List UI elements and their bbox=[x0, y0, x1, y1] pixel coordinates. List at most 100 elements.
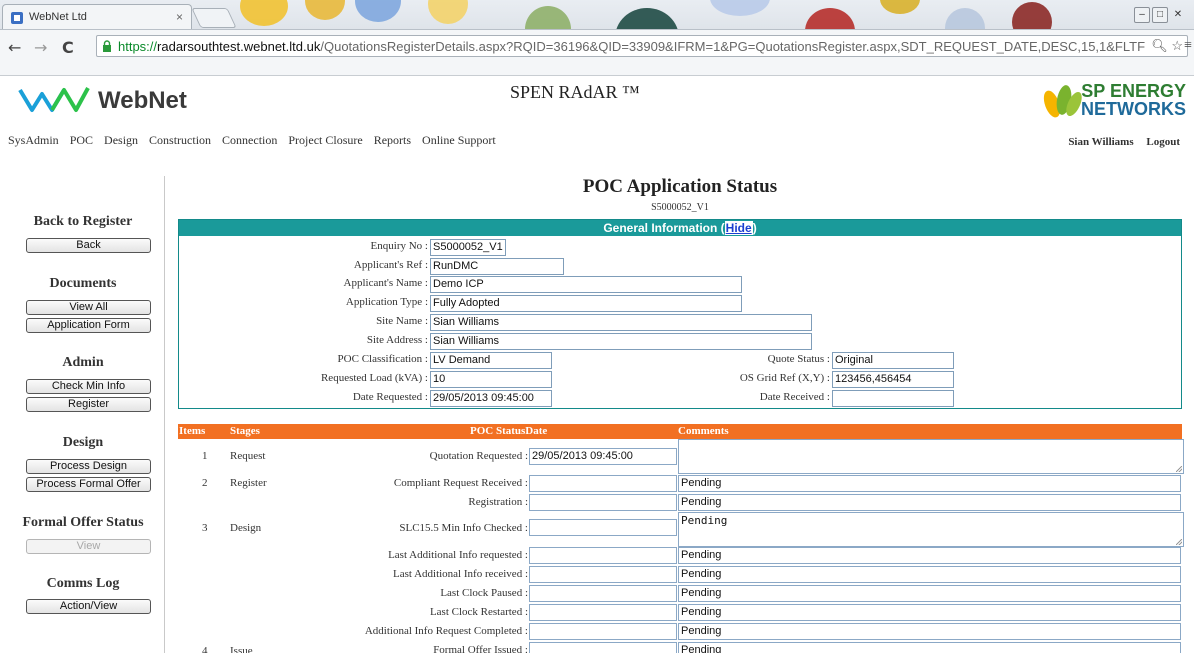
nav-item-sysadmin[interactable]: SysAdmin bbox=[8, 133, 59, 147]
date-received-field[interactable] bbox=[832, 390, 954, 407]
row-comment-field[interactable]: Pending bbox=[678, 547, 1181, 564]
row-date-field[interactable] bbox=[529, 604, 677, 621]
poc-classification-label: POC Classification : bbox=[337, 353, 428, 365]
partner-logo-line1: SP ENERGY bbox=[1081, 81, 1186, 101]
enquiry-no-label: Enquiry No : bbox=[370, 240, 428, 252]
browser-toolbar: ← → C https://radarsouthtest.webnet.ltd.… bbox=[0, 30, 1194, 76]
maximize-icon[interactable]: □ bbox=[1152, 7, 1168, 23]
row-status-label: SLC15.5 Min Info Checked : bbox=[399, 522, 528, 534]
address-bar[interactable]: https://radarsouthtest.webnet.ltd.uk/Quo… bbox=[96, 35, 1188, 57]
date-received-label: Date Received : bbox=[759, 391, 830, 403]
back-arrow-icon[interactable]: ← bbox=[8, 38, 21, 57]
requested-load-label: Requested Load (kVA) : bbox=[320, 372, 428, 384]
process-formal-offer-button[interactable]: Process Formal Offer bbox=[26, 477, 151, 492]
new-tab-button[interactable] bbox=[191, 8, 237, 28]
menu-icon[interactable]: ≡ bbox=[1184, 38, 1192, 54]
decorative-dot bbox=[305, 0, 345, 20]
row-date-field[interactable] bbox=[529, 566, 677, 583]
row-comment-field[interactable]: Pending bbox=[678, 585, 1181, 602]
row-date-field[interactable] bbox=[529, 642, 677, 653]
date-requested-label: Date Requested : bbox=[352, 391, 428, 403]
row-comment-field[interactable]: Pending bbox=[678, 642, 1181, 653]
decorative-dot bbox=[525, 6, 571, 29]
back-button[interactable]: Back bbox=[26, 238, 151, 253]
row-comment-field[interactable]: Pending bbox=[678, 494, 1181, 511]
hide-link[interactable]: Hide bbox=[724, 221, 753, 235]
browser-tab[interactable]: WebNet Ltd × bbox=[2, 4, 192, 29]
decorative-dot bbox=[240, 0, 288, 26]
site-name-field[interactable]: Sian Williams bbox=[430, 314, 812, 331]
application-form-button[interactable]: Application Form bbox=[26, 318, 151, 333]
nav-item-online-support[interactable]: Online Support bbox=[422, 133, 496, 147]
check-min-info-button[interactable]: Check Min Info bbox=[26, 379, 151, 394]
minimize-icon[interactable]: – bbox=[1134, 7, 1150, 23]
row-status-label: Last Clock Restarted : bbox=[429, 606, 528, 618]
stages-column-header: Stages bbox=[230, 425, 260, 437]
row-comment-field[interactable]: Pending bbox=[678, 566, 1181, 583]
comms-log-title: Comms Log bbox=[46, 576, 120, 591]
row-date-field[interactable] bbox=[529, 494, 677, 511]
nav-item-reports[interactable]: Reports bbox=[374, 133, 411, 147]
row-item-number: 1 bbox=[202, 450, 208, 462]
row-date-field[interactable]: 29/05/2013 09:45:00 bbox=[529, 448, 677, 465]
resize-grip-icon[interactable] bbox=[1176, 539, 1182, 545]
logo-text: WebNet bbox=[98, 87, 187, 114]
view-all-button[interactable]: View All bbox=[26, 300, 151, 315]
row-status-label: Formal Offer Issued : bbox=[433, 644, 528, 653]
row-date-field[interactable] bbox=[529, 519, 677, 536]
row-comment-textarea[interactable]: Pending bbox=[678, 512, 1184, 547]
forward-arrow-icon[interactable]: → bbox=[34, 38, 47, 57]
nav-item-poc[interactable]: POC bbox=[70, 133, 93, 147]
nav-item-design[interactable]: Design bbox=[104, 133, 138, 147]
main-nav: SysAdmin POC Design Construction Connect… bbox=[8, 133, 504, 148]
row-comment-field[interactable]: Pending bbox=[678, 604, 1181, 621]
row-comment-field[interactable]: Pending bbox=[678, 475, 1181, 492]
row-comment-field[interactable]: Pending bbox=[678, 623, 1181, 640]
row-item-number: 4 bbox=[202, 645, 208, 653]
site-name-label: Site Name : bbox=[376, 315, 428, 327]
requested-load-field[interactable]: 10 bbox=[430, 371, 552, 388]
status-table-header: Items Stages POC StatusDate Comments bbox=[178, 424, 1182, 439]
nav-item-project-closure[interactable]: Project Closure bbox=[288, 133, 362, 147]
row-date-field[interactable] bbox=[529, 623, 677, 640]
logout-link[interactable]: Logout bbox=[1146, 136, 1180, 148]
nav-item-construction[interactable]: Construction bbox=[149, 133, 211, 147]
search-icon[interactable]: 🔍︎ bbox=[1151, 38, 1168, 53]
os-grid-ref-field[interactable]: 123456,456454 bbox=[832, 371, 954, 388]
browser-tabstrip: WebNet Ltd × – □ ✕ bbox=[0, 0, 1194, 30]
poc-classification-field[interactable]: LV Demand bbox=[430, 352, 552, 369]
resize-grip-icon[interactable] bbox=[1176, 466, 1182, 472]
row-status-label: Last Clock Paused : bbox=[440, 587, 528, 599]
user-name[interactable]: Sian Williams bbox=[1068, 136, 1133, 148]
tab-close-icon[interactable]: × bbox=[176, 10, 183, 24]
action-view-button[interactable]: Action/View bbox=[26, 599, 151, 614]
page-subtitle: S5000052_V1 bbox=[651, 202, 709, 213]
admin-title: Admin bbox=[62, 355, 104, 370]
applicants-ref-field[interactable]: RunDMC bbox=[430, 258, 564, 275]
row-date-field[interactable] bbox=[529, 547, 677, 564]
row-item-number: 3 bbox=[202, 522, 208, 534]
general-information-panel: General Information (Hide) Enquiry No : … bbox=[178, 219, 1182, 409]
view-formal-offer-button[interactable]: View bbox=[26, 539, 151, 554]
row-date-field[interactable] bbox=[529, 475, 677, 492]
url-scheme: https:// bbox=[118, 39, 158, 54]
application-type-field[interactable]: Fully Adopted bbox=[430, 295, 742, 312]
reload-icon[interactable]: C bbox=[62, 38, 74, 57]
applicants-name-field[interactable]: Demo ICP bbox=[430, 276, 742, 293]
site-address-field[interactable]: Sian Williams bbox=[430, 333, 812, 350]
row-date-field[interactable] bbox=[529, 585, 677, 602]
star-icon[interactable]: ☆ bbox=[1171, 38, 1183, 53]
quote-status-field[interactable]: Original bbox=[832, 352, 954, 369]
row-stage: Issue bbox=[230, 645, 253, 653]
date-requested-field[interactable]: 29/05/2013 09:45:00 bbox=[430, 390, 552, 407]
row-comment-textarea[interactable] bbox=[678, 439, 1184, 474]
close-window-icon[interactable]: ✕ bbox=[1170, 8, 1186, 24]
enquiry-no-field[interactable]: S5000052_V1 bbox=[430, 239, 506, 256]
process-design-button[interactable]: Process Design bbox=[26, 459, 151, 474]
register-button[interactable]: Register bbox=[26, 397, 151, 412]
nav-item-connection[interactable]: Connection bbox=[222, 133, 277, 147]
decorative-dot bbox=[615, 8, 679, 29]
row-stage: Design bbox=[230, 522, 262, 534]
decorative-dot bbox=[428, 0, 468, 24]
applicants-ref-label: Applicant's Ref : bbox=[353, 259, 428, 271]
